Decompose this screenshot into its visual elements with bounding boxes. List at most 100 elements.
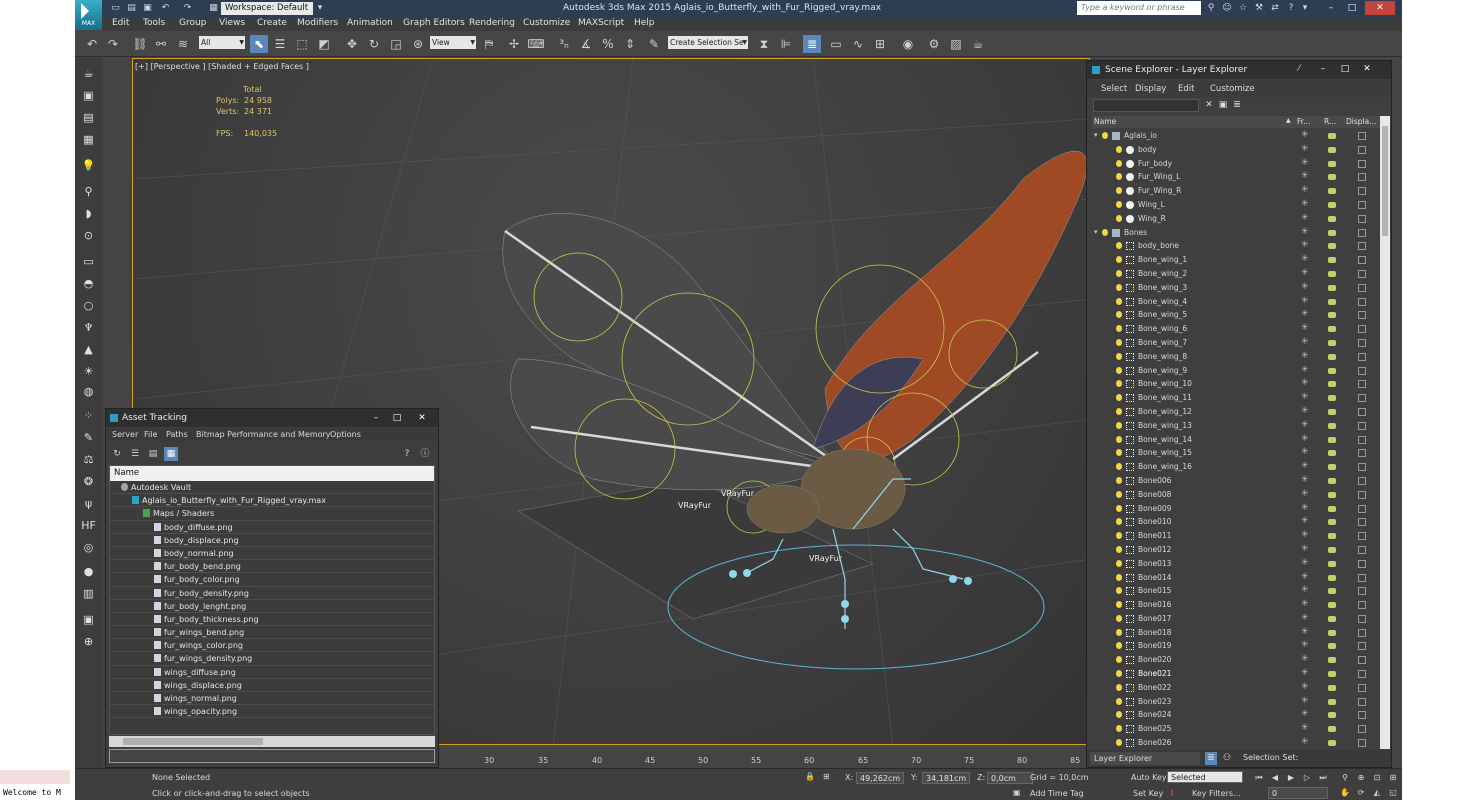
z-coordinate-field[interactable]: 0,0cm	[987, 772, 1033, 784]
scene-explorer-row[interactable]: Bone_wing_4 ✳	[1092, 295, 1378, 309]
exchange-icon[interactable]: ⇄	[1269, 2, 1281, 14]
scene-explorer-row[interactable]: Bone_wing_2 ✳	[1092, 267, 1378, 281]
track-bar-ruler[interactable]: 30 35 40 45 50 55 60 65 70 75 80 85	[440, 745, 1090, 767]
scrollbar-thumb[interactable]	[1382, 126, 1388, 236]
light-bulb-icon[interactable]	[1116, 352, 1122, 360]
save-file-icon[interactable]: ▣	[141, 2, 154, 14]
scene-explorer-row[interactable]: Bone_wing_14 ✳	[1092, 433, 1378, 447]
workspace-chevron-icon[interactable]: ▾	[315, 2, 325, 14]
renderable-toggle-icon[interactable]	[1328, 298, 1336, 305]
menu-animation[interactable]: Animation	[347, 18, 393, 28]
display-mode-icon[interactable]	[1358, 311, 1366, 320]
pin-icon[interactable]: ⁄	[1289, 62, 1309, 76]
scene-explorer-row[interactable]: body_bone ✳	[1092, 239, 1378, 253]
scene-explorer-row[interactable]: Bone_wing_11 ✳	[1092, 391, 1378, 405]
renderable-toggle-icon[interactable]	[1328, 270, 1336, 277]
display-mode-icon[interactable]	[1358, 145, 1366, 154]
scene-explorer-row[interactable]: Wing_L ✳	[1092, 198, 1378, 212]
key-mode-dropdown[interactable]: Selected	[1167, 771, 1243, 783]
display-mode-icon[interactable]	[1358, 200, 1366, 209]
freeze-toggle-icon[interactable]: ✳	[1301, 667, 1309, 681]
menu-group[interactable]: Group	[179, 18, 206, 28]
current-frame-field[interactable]: 0	[1268, 787, 1328, 799]
sun-icon[interactable]: ☀	[80, 364, 97, 380]
freeze-toggle-icon[interactable]: ✳	[1301, 571, 1309, 585]
next-frame-icon[interactable]: ▷	[1301, 772, 1313, 783]
freeze-toggle-icon[interactable]: ✳	[1301, 322, 1309, 336]
y-coordinate-field[interactable]: 34,181cm	[922, 772, 970, 784]
freeze-toggle-icon[interactable]: ✳	[1301, 681, 1309, 695]
open-file-icon[interactable]: ▤	[125, 2, 138, 14]
light-bulb-icon[interactable]	[1116, 407, 1122, 415]
maximize-icon[interactable]: □	[1343, 1, 1361, 15]
scene-explorer-row[interactable]: ▾ Bones ✳	[1092, 226, 1378, 240]
renderable-toggle-icon[interactable]	[1328, 326, 1336, 333]
grid-view-icon[interactable]: ▦	[164, 447, 178, 461]
renderable-toggle-icon[interactable]	[1328, 450, 1336, 457]
freeze-toggle-icon[interactable]: ✳	[1301, 584, 1309, 598]
renderable-toggle-icon[interactable]	[1328, 643, 1336, 650]
light-bulb-icon[interactable]	[1116, 601, 1122, 609]
display-mode-icon[interactable]	[1358, 476, 1366, 485]
display-mode-icon[interactable]	[1358, 559, 1366, 568]
table-view-icon[interactable]: ▤	[146, 447, 160, 461]
freeze-toggle-icon[interactable]: ✳	[1301, 557, 1309, 571]
asset-row[interactable]: body_diffuse.png	[110, 521, 434, 534]
tools-icon[interactable]: ⚒	[1253, 2, 1265, 14]
scene-explorer-row[interactable]: Bone012 ✳	[1092, 543, 1378, 557]
scene-explorer-row[interactable]: Bone016 ✳	[1092, 598, 1378, 612]
scene-explorer-row[interactable]: Bone009 ✳	[1092, 502, 1378, 516]
renderable-toggle-icon[interactable]	[1328, 519, 1336, 526]
render-production-icon[interactable]: ☕	[969, 35, 987, 53]
freeze-toggle-icon[interactable]: ✳	[1301, 239, 1309, 253]
asset-row[interactable]: fur_body_lenght.png	[110, 600, 434, 613]
scene-explorer-row[interactable]: Wing_R ✳	[1092, 212, 1378, 226]
field-of-view-icon[interactable]: ◭	[1371, 787, 1383, 798]
proxy-icon[interactable]: ◎	[80, 540, 97, 556]
document-icon[interactable]: ▤	[80, 110, 97, 126]
display-mode-icon[interactable]	[1358, 725, 1366, 734]
light-bulb-icon[interactable]	[1116, 490, 1122, 498]
scene-explorer-row[interactable]: Bone_wing_9 ✳	[1092, 364, 1378, 378]
freeze-toggle-icon[interactable]: ✳	[1301, 405, 1309, 419]
asset-row[interactable]: fur_body_density.png	[110, 587, 434, 600]
dome-light-icon[interactable]: ◓	[80, 276, 97, 292]
scene-explorer-row[interactable]: Bone_wing_5 ✳	[1092, 308, 1378, 322]
renderable-toggle-icon[interactable]	[1328, 339, 1336, 346]
se-menu-display[interactable]: Display	[1135, 84, 1166, 94]
scene-explorer-row[interactable]: Bone025 ✳	[1092, 722, 1378, 736]
renderable-toggle-icon[interactable]	[1328, 740, 1336, 747]
renderable-toggle-icon[interactable]	[1328, 201, 1336, 208]
renderable-toggle-icon[interactable]	[1328, 408, 1336, 415]
asset-row[interactable]: fur_body_thickness.png	[110, 613, 434, 627]
renderable-toggle-icon[interactable]	[1328, 560, 1336, 567]
scrollbar-thumb[interactable]	[123, 738, 263, 745]
freeze-toggle-icon[interactable]: ✳	[1301, 529, 1309, 543]
light-bulb-icon[interactable]	[1116, 269, 1122, 277]
rotate-icon[interactable]: ↻	[365, 35, 383, 53]
light-bulb-icon[interactable]	[1116, 587, 1122, 595]
modifier-stack-icon[interactable]: ▥	[80, 586, 97, 602]
renderable-toggle-icon[interactable]	[1328, 367, 1336, 374]
renderable-toggle-icon[interactable]	[1328, 146, 1336, 153]
scene-explorer-row[interactable]: Bone018 ✳	[1092, 626, 1378, 640]
freeze-toggle-icon[interactable]: ✳	[1301, 543, 1309, 557]
scene-explorer-row[interactable]: Bone008 ✳	[1092, 488, 1378, 502]
display-mode-icon[interactable]	[1358, 283, 1366, 292]
display-mode-icon[interactable]	[1358, 132, 1366, 140]
freeze-toggle-icon[interactable]: ✳	[1301, 433, 1309, 447]
utility-icon[interactable]: ▣	[80, 612, 97, 628]
display-mode-icon[interactable]	[1358, 394, 1366, 403]
light-bulb-icon[interactable]	[1116, 476, 1122, 484]
renderable-toggle-icon[interactable]	[1328, 657, 1336, 664]
help-icon[interactable]: ?	[1285, 2, 1297, 14]
renderable-toggle-icon[interactable]	[1328, 284, 1336, 291]
minimize-icon[interactable]: –	[366, 411, 386, 425]
asset-row[interactable]: fur_body_bend.png	[110, 560, 434, 574]
freeze-toggle-icon[interactable]: ✳	[1301, 129, 1309, 143]
close-icon[interactable]: ✕	[1357, 62, 1377, 76]
asset-row[interactable]: wings_opacity.png	[110, 705, 434, 719]
light-bulb-icon[interactable]	[1116, 670, 1122, 678]
light-bulb-icon[interactable]	[1116, 683, 1122, 691]
light-bulb-icon[interactable]	[1116, 421, 1122, 429]
